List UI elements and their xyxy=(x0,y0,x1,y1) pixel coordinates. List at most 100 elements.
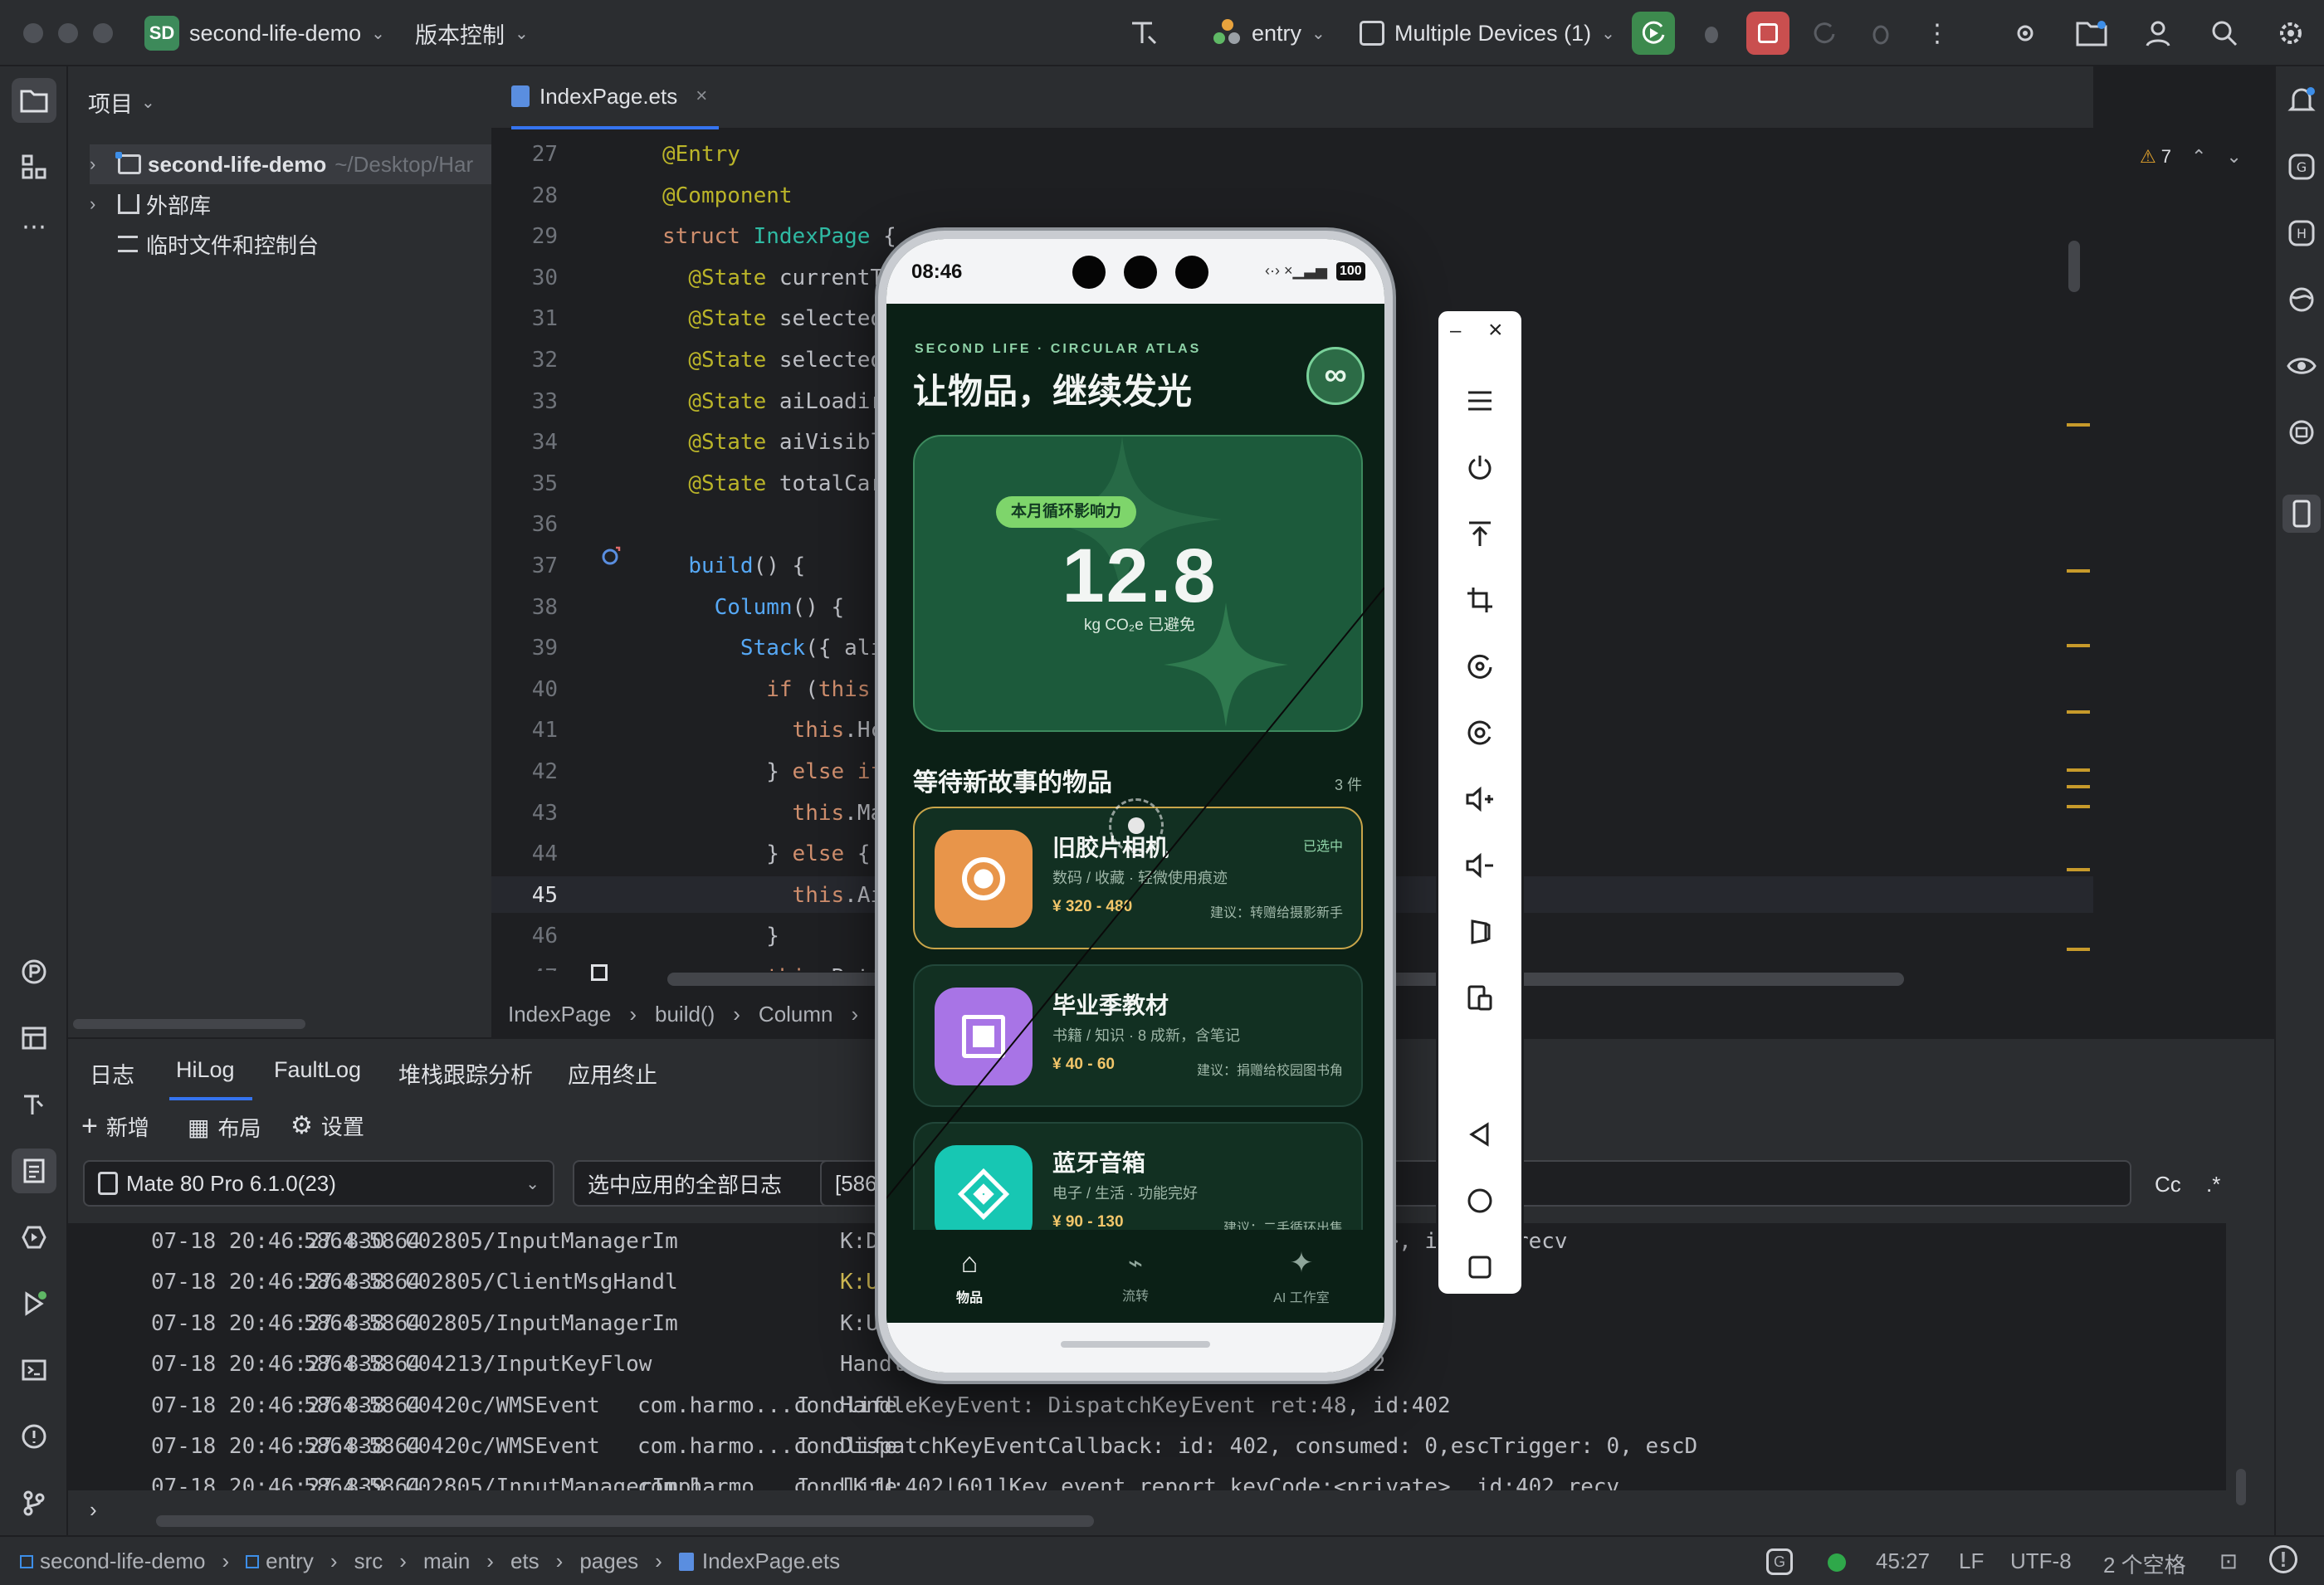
more-actions-icon[interactable]: ⋮ xyxy=(1916,12,1959,55)
screenshot-crop-icon[interactable] xyxy=(1458,578,1501,622)
problems-icon[interactable] xyxy=(12,1414,56,1459)
preview-eye-icon[interactable] xyxy=(2284,349,2319,383)
nav-item-flow[interactable]: ⌁ 流转 xyxy=(1052,1230,1218,1323)
volume-down-icon[interactable] xyxy=(1458,844,1501,887)
upload-icon[interactable] xyxy=(1458,512,1501,555)
case-sensitive-toggle[interactable]: Cc xyxy=(2155,1172,2181,1197)
git-branch-icon[interactable] xyxy=(12,1480,56,1525)
tab-app-freeze[interactable]: 应用终止 xyxy=(568,1057,657,1090)
profiler-icon[interactable] xyxy=(12,949,56,994)
home-indicator[interactable] xyxy=(1061,1341,1210,1348)
run-tool-icon[interactable] xyxy=(12,1281,56,1326)
log-vertical-scrollbar[interactable] xyxy=(2236,1469,2246,1505)
project-folder-icon[interactable] xyxy=(12,78,56,123)
nav-item-ai-studio[interactable]: ✦ AI 工作室 xyxy=(1218,1230,1384,1323)
path-segment[interactable]: entry xyxy=(266,1548,314,1574)
log-settings-button[interactable]: ⚙ 设置 xyxy=(290,1110,364,1141)
debug-icon[interactable] xyxy=(1690,12,1733,55)
close-tab-icon[interactable]: × xyxy=(696,85,707,108)
attach-debugger-icon[interactable] xyxy=(1859,12,1902,55)
codegenie-icon[interactable]: G xyxy=(2284,149,2319,184)
network-icon[interactable] xyxy=(2284,282,2319,317)
device-select[interactable]: Multiple Devices (1) ⌄ xyxy=(1360,0,1615,66)
recents-square-icon[interactable] xyxy=(1458,1246,1501,1289)
project-structure-icon[interactable] xyxy=(2070,12,2113,55)
harmony-icon[interactable]: H xyxy=(2284,216,2319,251)
tree-item-root[interactable]: › second-life-demo ~/Desktop/Har xyxy=(90,144,491,184)
code-line[interactable]: 27 @Entry xyxy=(491,136,2068,173)
power-icon[interactable] xyxy=(1458,446,1501,489)
connection-status-icon[interactable] xyxy=(1828,1553,1846,1572)
ai-assistant-icon[interactable] xyxy=(2284,415,2319,450)
terminal-icon[interactable] xyxy=(12,1348,56,1392)
menu-icon[interactable] xyxy=(1458,379,1501,422)
run-config-select[interactable]: entry ⌄ xyxy=(1213,0,1326,66)
stop-button[interactable] xyxy=(1746,12,1789,55)
phone-screen[interactable]: 08:46 ‹·› ×▁▃▅ 100 SECOND LIFE · CIRCULA… xyxy=(886,239,1384,1373)
tree-item-external-libs[interactable]: › 外部库 xyxy=(90,184,211,224)
editor-vertical-scrollbar[interactable] xyxy=(2068,241,2080,292)
more-tools-icon[interactable]: ⋯ xyxy=(12,204,56,249)
problems-status-icon[interactable]: ! xyxy=(2269,1545,2297,1573)
text-tool-icon[interactable] xyxy=(1122,12,1165,55)
path-segment[interactable]: src xyxy=(354,1548,383,1574)
log-device-select[interactable]: Mate 80 Pro 6.1.0(23) ⌄ xyxy=(83,1160,554,1207)
codegenie-status-icon[interactable]: G xyxy=(1766,1548,1793,1575)
path-segment[interactable]: IndexPage.ets xyxy=(702,1548,840,1574)
build-hammer-icon[interactable] xyxy=(12,1082,56,1127)
layout-button[interactable]: ▦ 布局 xyxy=(188,1112,261,1143)
record-icon[interactable] xyxy=(1458,711,1501,754)
breadcrumb-item[interactable]: Column xyxy=(759,1002,833,1027)
tab-indexpage[interactable]: IndexPage.ets × xyxy=(511,66,720,129)
home-circle-icon[interactable] xyxy=(1458,1179,1501,1222)
breadcrumb-item[interactable]: build() xyxy=(655,1002,715,1027)
path-segment[interactable]: pages xyxy=(579,1548,638,1574)
breadcrumb-item[interactable]: IndexPage xyxy=(508,1002,611,1027)
project-panel-header[interactable]: 项目 ⌄ xyxy=(88,86,155,119)
add-filter-button[interactable]: + 新增 xyxy=(81,1110,149,1143)
horizontal-scrollbar[interactable] xyxy=(73,1019,305,1029)
account-icon[interactable] xyxy=(2136,12,2180,55)
settings-gear-icon[interactable] xyxy=(2269,12,2312,55)
chevron-up-icon[interactable]: ⌃ xyxy=(2191,146,2206,168)
implementation-gutter-icon[interactable] xyxy=(599,544,622,568)
regex-toggle[interactable]: .* xyxy=(2206,1172,2220,1197)
rotate-icon[interactable] xyxy=(1458,645,1501,688)
tab-hilog[interactable]: HiLog xyxy=(176,1057,235,1083)
tab-faultlog[interactable]: FaultLog xyxy=(274,1057,361,1083)
caret-position[interactable]: 45:27 xyxy=(1876,1548,1930,1574)
log-icon[interactable] xyxy=(12,1149,56,1193)
services-icon[interactable] xyxy=(12,1215,56,1260)
expand-icon[interactable]: › xyxy=(90,1497,97,1523)
file-encoding[interactable]: UTF-8 xyxy=(2010,1548,2072,1574)
log-horizontal-scrollbar[interactable] xyxy=(156,1515,1094,1527)
path-segment[interactable]: ets xyxy=(510,1548,540,1574)
close-emulator-icon[interactable]: × xyxy=(1488,316,1503,344)
notifications-bell-icon[interactable] xyxy=(2284,83,2319,118)
code-line[interactable]: 28 @Component xyxy=(491,178,2068,214)
path-segment[interactable]: main xyxy=(423,1548,470,1574)
minimize-window-button[interactable] xyxy=(58,23,78,43)
device-manager-icon[interactable] xyxy=(2004,12,2047,55)
indent-setting[interactable]: 2 个空格 xyxy=(2103,1548,2186,1579)
structure-icon[interactable] xyxy=(12,144,56,189)
line-separator[interactable]: LF xyxy=(1959,1548,1984,1574)
path-segment[interactable]: second-life-demo xyxy=(40,1548,205,1574)
minimize-emulator-icon[interactable]: – xyxy=(1450,319,1461,343)
fold-device-icon[interactable] xyxy=(1458,910,1501,953)
back-icon[interactable] xyxy=(1458,1113,1501,1156)
maximize-window-button[interactable] xyxy=(93,23,113,43)
vcs-menu[interactable]: 版本控制 ⌄ xyxy=(415,0,529,66)
project-switcher[interactable]: SD second-life-demo ⌄ xyxy=(144,0,385,66)
nav-item-items[interactable]: ⌂ 物品 xyxy=(886,1230,1052,1323)
rerun-icon[interactable] xyxy=(1803,12,1846,55)
tab-log[interactable]: 日志 xyxy=(90,1057,134,1090)
fold-marker-icon[interactable] xyxy=(591,964,608,981)
device-mirror-icon[interactable] xyxy=(2282,495,2321,533)
volume-up-icon[interactable] xyxy=(1458,778,1501,821)
tree-item-scratches[interactable]: 临时文件和控制台 xyxy=(118,224,319,264)
chevron-down-icon[interactable]: ⌄ xyxy=(2226,146,2241,168)
warnings-indicator[interactable]: ⚠ 7 ⌃ ⌄ xyxy=(2140,146,2242,168)
search-icon[interactable] xyxy=(2203,12,2246,55)
lock-icon[interactable]: ⊡ xyxy=(2219,1548,2238,1574)
